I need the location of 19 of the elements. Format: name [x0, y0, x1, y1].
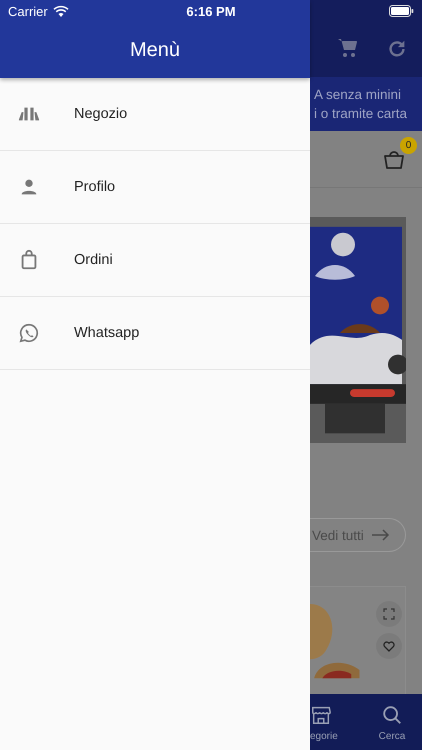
- menu-item[interactable]: Negozio: [0, 78, 310, 151]
- expand-icon[interactable]: [376, 600, 402, 627]
- menu-item[interactable]: Whatsapp: [0, 297, 310, 370]
- menu-item[interactable]: Profilo: [0, 151, 310, 224]
- banner-text: A senza minini: [314, 87, 402, 102]
- nav-tab[interactable]: egorie: [310, 694, 350, 750]
- battery-icon: [389, 5, 414, 17]
- banner-text: i o tramite carta: [314, 106, 408, 122]
- product-card[interactable]: [310, 586, 406, 694]
- drawer-title: Menù: [130, 39, 180, 62]
- chat-phone-icon: [18, 322, 40, 344]
- wifi-icon: [52, 5, 69, 17]
- nav-tab[interactable]: Cerca: [372, 694, 412, 750]
- menu-item[interactable]: Ordini: [0, 224, 310, 297]
- arrow-right-icon: [372, 529, 390, 542]
- search-icon: [381, 704, 403, 726]
- count-badge: 0: [400, 137, 417, 154]
- clock-time: 6:16 PM: [186, 4, 236, 18]
- carrier-label: Carrier: [8, 4, 48, 18]
